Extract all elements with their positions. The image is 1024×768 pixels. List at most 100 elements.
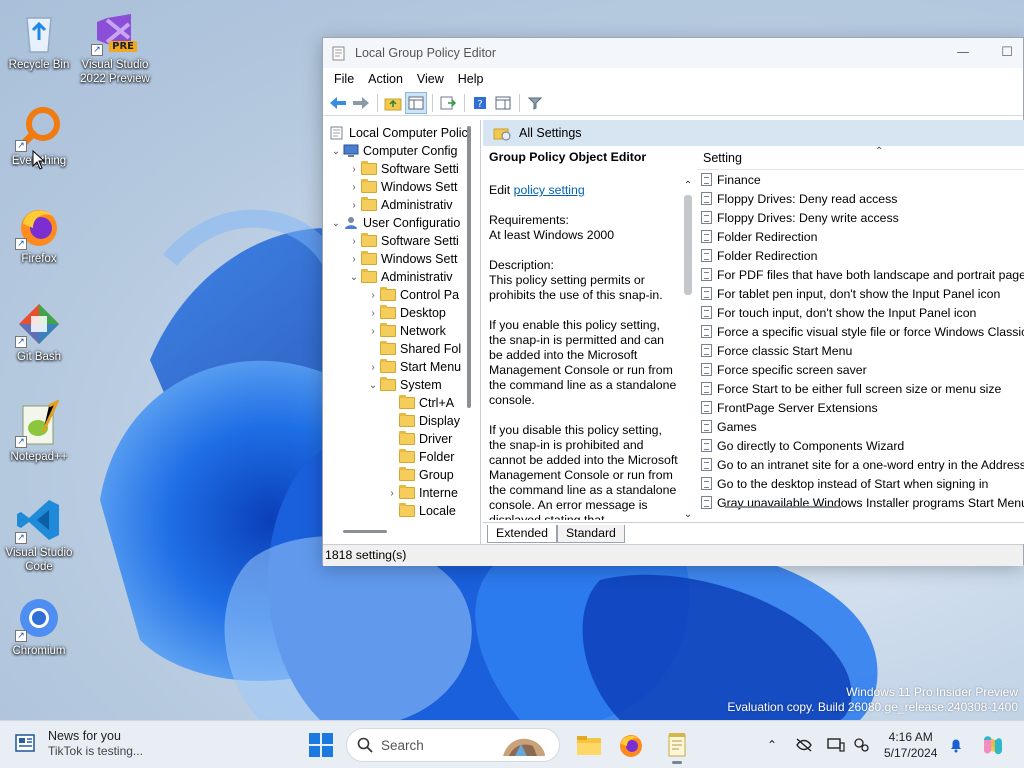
menu-view[interactable]: View bbox=[410, 72, 451, 86]
chevron-right-icon[interactable]: › bbox=[347, 182, 361, 193]
up-one-level-button[interactable] bbox=[382, 92, 404, 114]
desktop-icon-recycle-bin[interactable]: Recycle Bin bbox=[4, 8, 74, 72]
chevron-right-icon[interactable]: › bbox=[366, 290, 380, 301]
network-icon[interactable] bbox=[794, 735, 814, 755]
filter-button[interactable] bbox=[524, 92, 546, 114]
chevron-right-icon[interactable]: › bbox=[385, 488, 399, 499]
tree-node-desktop[interactable]: › Desktop bbox=[366, 304, 446, 322]
chevron-right-icon[interactable]: › bbox=[347, 236, 361, 247]
tree-node-ctrl-alt-del[interactable]: Ctrl+A bbox=[385, 394, 454, 412]
chevron-right-icon[interactable]: › bbox=[366, 362, 380, 373]
scroll-down-icon[interactable]: ⌄ bbox=[681, 509, 695, 520]
tree-node-display[interactable]: Display bbox=[385, 412, 460, 430]
news-widget[interactable]: News for you TikTok is testing... bbox=[14, 729, 143, 759]
tree-node-administrative-templates[interactable]: ⌄ Administrativ bbox=[347, 268, 453, 286]
windows-start-icon[interactable] bbox=[308, 732, 334, 758]
list-horizontal-scrollbar[interactable] bbox=[725, 506, 841, 508]
desktop-icon-notepad-plus-plus[interactable]: ↗ Notepad++ bbox=[4, 398, 74, 464]
setting-row[interactable]: Gray unavailable Windows Installer progr… bbox=[697, 493, 1024, 512]
taskbar-search[interactable]: Search bbox=[346, 728, 560, 762]
chevron-right-icon[interactable]: › bbox=[366, 326, 380, 337]
show-hide-console-tree-button[interactable] bbox=[405, 91, 427, 114]
tree-node-internet[interactable]: › Interne bbox=[385, 484, 458, 502]
chevron-right-icon[interactable]: › bbox=[366, 308, 380, 319]
devices-icon[interactable] bbox=[826, 735, 846, 755]
notifications-button[interactable] bbox=[946, 735, 966, 755]
tab-standard[interactable]: Standard bbox=[556, 524, 625, 543]
setting-row[interactable]: FrontPage Server Extensions bbox=[697, 398, 1024, 417]
setting-row[interactable]: Force specific screen saver bbox=[697, 360, 1024, 379]
language-icon[interactable] bbox=[852, 735, 872, 755]
tree-node-start-menu[interactable]: › Start Menu bbox=[366, 358, 461, 376]
setting-row[interactable]: Go to an intranet site for a one-word en… bbox=[697, 455, 1024, 474]
tree-node-system[interactable]: ⌄ System bbox=[366, 376, 442, 394]
settings-list[interactable]: Setting ⌃ Finance Floppy Drives: Deny rea… bbox=[697, 146, 1024, 520]
tree-node-locale[interactable]: Locale bbox=[385, 502, 456, 520]
show-action-pane-button[interactable] bbox=[492, 92, 514, 114]
tree-node-network[interactable]: › Network bbox=[366, 322, 446, 340]
setting-row[interactable]: Go to the desktop instead of Start when … bbox=[697, 474, 1024, 493]
taskbar-firefox[interactable] bbox=[616, 730, 646, 760]
menu-action[interactable]: Action bbox=[361, 72, 410, 86]
setting-row[interactable]: Floppy Drives: Deny write access bbox=[697, 208, 1024, 227]
desktop-icon-chromium[interactable]: ↗ Chromium bbox=[4, 594, 74, 658]
forward-button[interactable] bbox=[350, 92, 372, 114]
tree-node-user-configuration[interactable]: ⌄ User Configuratio bbox=[329, 214, 460, 232]
setting-row[interactable]: Folder Redirection bbox=[697, 246, 1024, 265]
scroll-up-icon[interactable]: ⌃ bbox=[681, 180, 695, 191]
minimize-button[interactable]: — bbox=[943, 42, 983, 64]
tree-node-local-computer-policy[interactable]: Local Computer Polic bbox=[329, 124, 468, 142]
tab-extended[interactable]: Extended bbox=[487, 524, 557, 543]
chevron-right-icon[interactable]: › bbox=[347, 200, 361, 211]
chevron-down-icon[interactable]: ⌄ bbox=[347, 272, 361, 283]
tree-node-windows-settings[interactable]: › Windows Sett bbox=[347, 178, 457, 196]
tree-node-software-settings[interactable]: › Software Setti bbox=[347, 160, 459, 178]
export-list-button[interactable] bbox=[437, 92, 459, 114]
copilot-button[interactable] bbox=[980, 735, 1006, 755]
setting-row[interactable]: For touch input, don't show the Input Pa… bbox=[697, 303, 1024, 322]
tree-node-folder[interactable]: Folder bbox=[385, 448, 454, 466]
group-policy-editor-window[interactable]: Local Group Policy Editor — ☐ File Actio… bbox=[322, 37, 1024, 566]
menu-file[interactable]: File bbox=[327, 72, 361, 86]
setting-row[interactable]: Games bbox=[697, 417, 1024, 436]
maximize-button[interactable]: ☐ bbox=[987, 42, 1024, 64]
desktop-icon-firefox[interactable]: ↗ Firefox bbox=[4, 202, 74, 266]
setting-row[interactable]: Force a specific visual style file or fo… bbox=[697, 322, 1024, 341]
tree-node-windows-settings[interactable]: › Windows Sett bbox=[347, 250, 457, 268]
console-tree[interactable]: Local Computer Polic ⌄ Computer Config ›… bbox=[323, 120, 481, 544]
taskbar-file-explorer[interactable] bbox=[574, 730, 604, 760]
title-bar[interactable]: Local Group Policy Editor — ☐ bbox=[323, 38, 1023, 68]
chevron-down-icon[interactable]: ⌄ bbox=[329, 146, 343, 157]
tree-node-computer-configuration[interactable]: ⌄ Computer Config bbox=[329, 142, 458, 160]
setting-row[interactable]: Go directly to Components Wizard bbox=[697, 436, 1024, 455]
setting-row[interactable]: Floppy Drives: Deny read access bbox=[697, 189, 1024, 208]
tree-node-software-settings[interactable]: › Software Setti bbox=[347, 232, 459, 250]
tree-node-administrative-templates[interactable]: › Administrativ bbox=[347, 196, 453, 214]
scroll-thumb[interactable] bbox=[684, 195, 692, 295]
tree-node-control-panel[interactable]: › Control Pa bbox=[366, 286, 459, 304]
edit-policy-setting-link[interactable]: policy setting bbox=[514, 183, 585, 197]
setting-row[interactable]: Force classic Start Menu bbox=[697, 341, 1024, 360]
chevron-down-icon[interactable]: ⌄ bbox=[329, 218, 343, 229]
chevron-right-icon[interactable]: › bbox=[347, 164, 361, 175]
taskbar-notepad[interactable] bbox=[662, 730, 692, 764]
description-scrollbar[interactable]: ⌃ ⌄ bbox=[681, 180, 695, 520]
system-clock[interactable]: 4:16 AM 5/17/2024 bbox=[884, 729, 937, 761]
help-button[interactable]: ? bbox=[469, 92, 491, 114]
chevron-down-icon[interactable]: ⌄ bbox=[366, 380, 380, 391]
tree-horizontal-scrollbar[interactable] bbox=[343, 530, 387, 533]
chevron-right-icon[interactable]: › bbox=[347, 254, 361, 265]
setting-row[interactable]: Folder Redirection bbox=[697, 227, 1024, 246]
setting-row[interactable]: Finance bbox=[697, 170, 1024, 189]
tree-node-shared-folders[interactable]: Shared Fol bbox=[366, 340, 461, 358]
menu-help[interactable]: Help bbox=[451, 72, 491, 86]
back-button[interactable] bbox=[327, 92, 349, 114]
desktop-icon-visual-studio[interactable]: PRE ↗ Visual Studio 2022 Preview bbox=[80, 8, 150, 86]
setting-column-header[interactable]: Setting ⌃ bbox=[697, 146, 1024, 170]
desktop-icon-vscode[interactable]: ↗ Visual Studio Code bbox=[4, 496, 74, 574]
setting-row[interactable]: For PDF files that have both landscape a… bbox=[697, 265, 1024, 284]
setting-row[interactable]: For tablet pen input, don't show the Inp… bbox=[697, 284, 1024, 303]
tree-node-driver[interactable]: Driver bbox=[385, 430, 452, 448]
setting-row[interactable]: Force Start to be either full screen siz… bbox=[697, 379, 1024, 398]
show-hidden-icons-button[interactable]: ⌃ bbox=[762, 735, 782, 755]
